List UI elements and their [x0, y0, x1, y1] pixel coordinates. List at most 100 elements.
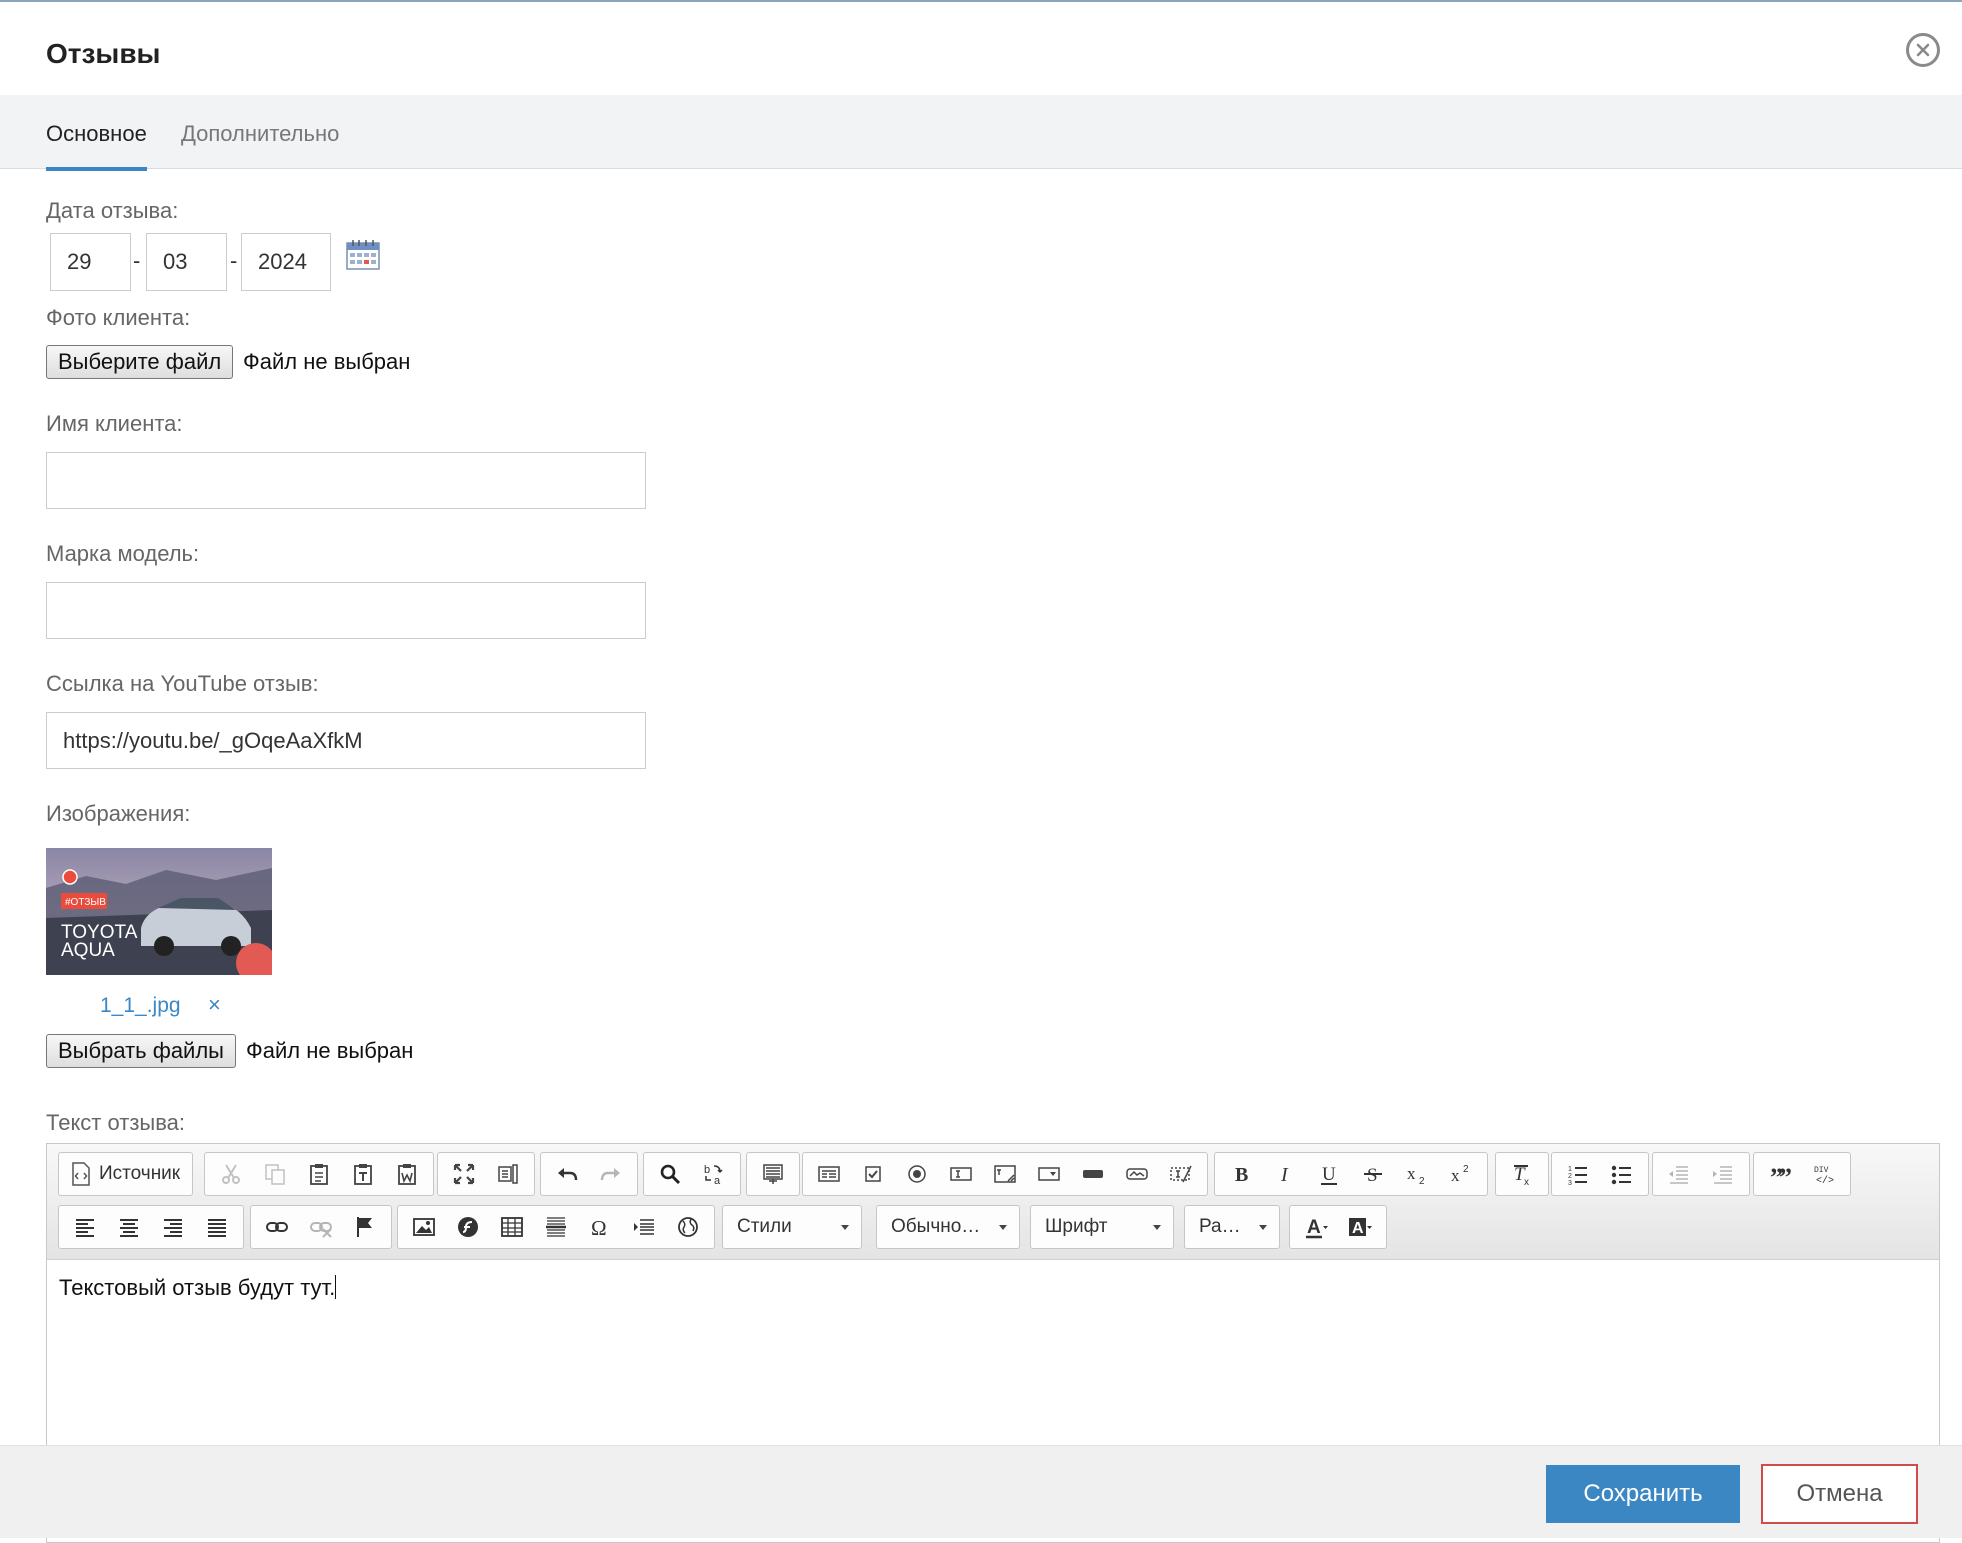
copy-button[interactable] [253, 1154, 297, 1194]
calendar-icon[interactable] [346, 240, 380, 270]
image-thumbnail[interactable]: #ОТЗЫВ TOYOTA AQUA [46, 848, 272, 975]
show-blocks-button[interactable] [486, 1154, 530, 1194]
align-left-icon [76, 1219, 94, 1237]
anchor-button[interactable] [343, 1207, 387, 1247]
underline-button[interactable]: U [1307, 1154, 1351, 1194]
tab-additional[interactable]: Дополнительно [181, 121, 339, 147]
find-button[interactable] [648, 1154, 692, 1194]
paste-icon [310, 1164, 328, 1185]
remove-format-button[interactable]: Tx [1500, 1154, 1544, 1194]
link-button[interactable] [255, 1207, 299, 1247]
cancel-button[interactable]: Отмена [1761, 1464, 1918, 1524]
car-model-input[interactable] [46, 582, 646, 639]
blockquote-button[interactable]: ”” [1758, 1154, 1802, 1194]
maximize-button[interactable] [442, 1154, 486, 1194]
choose-images-button[interactable]: Выбрать файлы [46, 1034, 236, 1068]
image-button-button[interactable] [1115, 1154, 1159, 1194]
italic-button[interactable]: I [1263, 1154, 1307, 1194]
bold-button[interactable]: B [1219, 1154, 1263, 1194]
photo-file-status: Файл не выбран [243, 349, 411, 374]
car-model-label: Марка модель: [46, 541, 200, 566]
checkbox-button[interactable] [851, 1154, 895, 1194]
date-separator: - [133, 248, 141, 273]
thumbnail-badge: #ОТЗЫВ [65, 897, 106, 908]
images-label: Изображения: [46, 801, 191, 826]
close-icon [1916, 43, 1930, 57]
unlink-icon [310, 1222, 332, 1238]
svg-text:2: 2 [1568, 1173, 1572, 1180]
tab-main[interactable]: Основное [46, 121, 147, 171]
subscript-button[interactable]: x2 [1395, 1154, 1439, 1194]
image-button[interactable] [402, 1207, 446, 1247]
close-button[interactable] [1906, 33, 1940, 67]
font-combo[interactable]: Шрифт [1030, 1205, 1174, 1249]
svg-text:Ω: Ω [591, 1216, 607, 1239]
editor-content[interactable]: Текстовый отзыв будут тут. [47, 1261, 1939, 1315]
copy-icon [265, 1164, 285, 1185]
styles-combo-label: Стили [737, 1216, 792, 1237]
align-right-button[interactable] [151, 1207, 195, 1247]
underline-icon: U [1321, 1164, 1337, 1185]
hidden-field-button[interactable] [1159, 1154, 1203, 1194]
page-break-button[interactable] [622, 1207, 666, 1247]
text-color-button[interactable]: A [1294, 1207, 1338, 1247]
review-text-label: Текст отзыва: [46, 1110, 186, 1135]
youtube-link-input[interactable]: https://youtu.be/_gOqeAaXfkM [46, 712, 646, 769]
source-group: Источник [58, 1152, 194, 1196]
form-button[interactable] [807, 1154, 851, 1194]
special-char-button[interactable]: Ω [578, 1207, 622, 1247]
cut-button[interactable] [209, 1154, 253, 1194]
button-icon [1083, 1170, 1103, 1178]
button-field-button[interactable] [1071, 1154, 1115, 1194]
redo-icon [600, 1168, 620, 1181]
date-month-input[interactable]: 03 [146, 233, 227, 291]
undo-button[interactable] [545, 1154, 589, 1194]
styles-combo[interactable]: Стили [722, 1205, 862, 1249]
svg-text:A: A [1352, 1220, 1364, 1237]
photo-label: Фото клиента: [46, 305, 191, 330]
radio-button[interactable] [895, 1154, 939, 1194]
align-justify-button[interactable] [195, 1207, 239, 1247]
table-icon [501, 1217, 523, 1237]
numbered-list-button[interactable]: 123 [1556, 1154, 1600, 1194]
paste-text-button[interactable] [341, 1154, 385, 1194]
date-label: Дата отзыва: [46, 198, 179, 223]
paste-word-button[interactable] [385, 1154, 429, 1194]
replace-button[interactable]: ba [692, 1154, 736, 1194]
format-combo[interactable]: Обычно… [876, 1205, 1020, 1249]
indent-button[interactable] [1701, 1154, 1745, 1194]
flash-button[interactable] [446, 1207, 490, 1247]
bulleted-list-button[interactable] [1600, 1154, 1644, 1194]
select-field-button[interactable] [1027, 1154, 1071, 1194]
save-button[interactable]: Сохранить [1546, 1465, 1740, 1523]
superscript-button[interactable]: x2 [1439, 1154, 1483, 1194]
source-button[interactable]: Источник [63, 1154, 188, 1194]
indent-icon [1713, 1166, 1732, 1184]
textarea-button[interactable] [983, 1154, 1027, 1194]
iframe-button[interactable] [666, 1207, 710, 1247]
select-all-button[interactable] [751, 1154, 795, 1194]
client-name-input[interactable] [46, 452, 646, 509]
table-button[interactable] [490, 1207, 534, 1247]
svg-text:</>: </> [1816, 1175, 1834, 1186]
date-day-input[interactable]: 29 [50, 233, 131, 291]
choose-photo-button[interactable]: Выберите файл [46, 345, 234, 379]
size-combo[interactable]: Ра… [1184, 1205, 1280, 1249]
div-button[interactable]: DIV </> [1802, 1154, 1846, 1194]
paste-button[interactable] [297, 1154, 341, 1194]
review-text-content: Текстовый отзыв будут тут. [59, 1275, 336, 1300]
horizontal-rule-button[interactable] [534, 1207, 578, 1247]
unlink-button[interactable] [299, 1207, 343, 1247]
align-center-button[interactable] [107, 1207, 151, 1247]
redo-button[interactable] [589, 1154, 633, 1194]
bg-color-button[interactable]: A [1338, 1207, 1382, 1247]
remove-image-button[interactable]: × [208, 992, 221, 1018]
date-year-input[interactable]: 2024 [241, 233, 331, 291]
image-filename[interactable]: 1_1_.jpg [100, 994, 181, 1018]
align-left-button[interactable] [63, 1207, 107, 1247]
text-field-button[interactable] [939, 1154, 983, 1194]
strike-button[interactable]: S [1351, 1154, 1395, 1194]
svg-text:2: 2 [1463, 1164, 1469, 1175]
outdent-button[interactable] [1657, 1154, 1701, 1194]
numbered-list-icon: 123 [1568, 1166, 1587, 1186]
